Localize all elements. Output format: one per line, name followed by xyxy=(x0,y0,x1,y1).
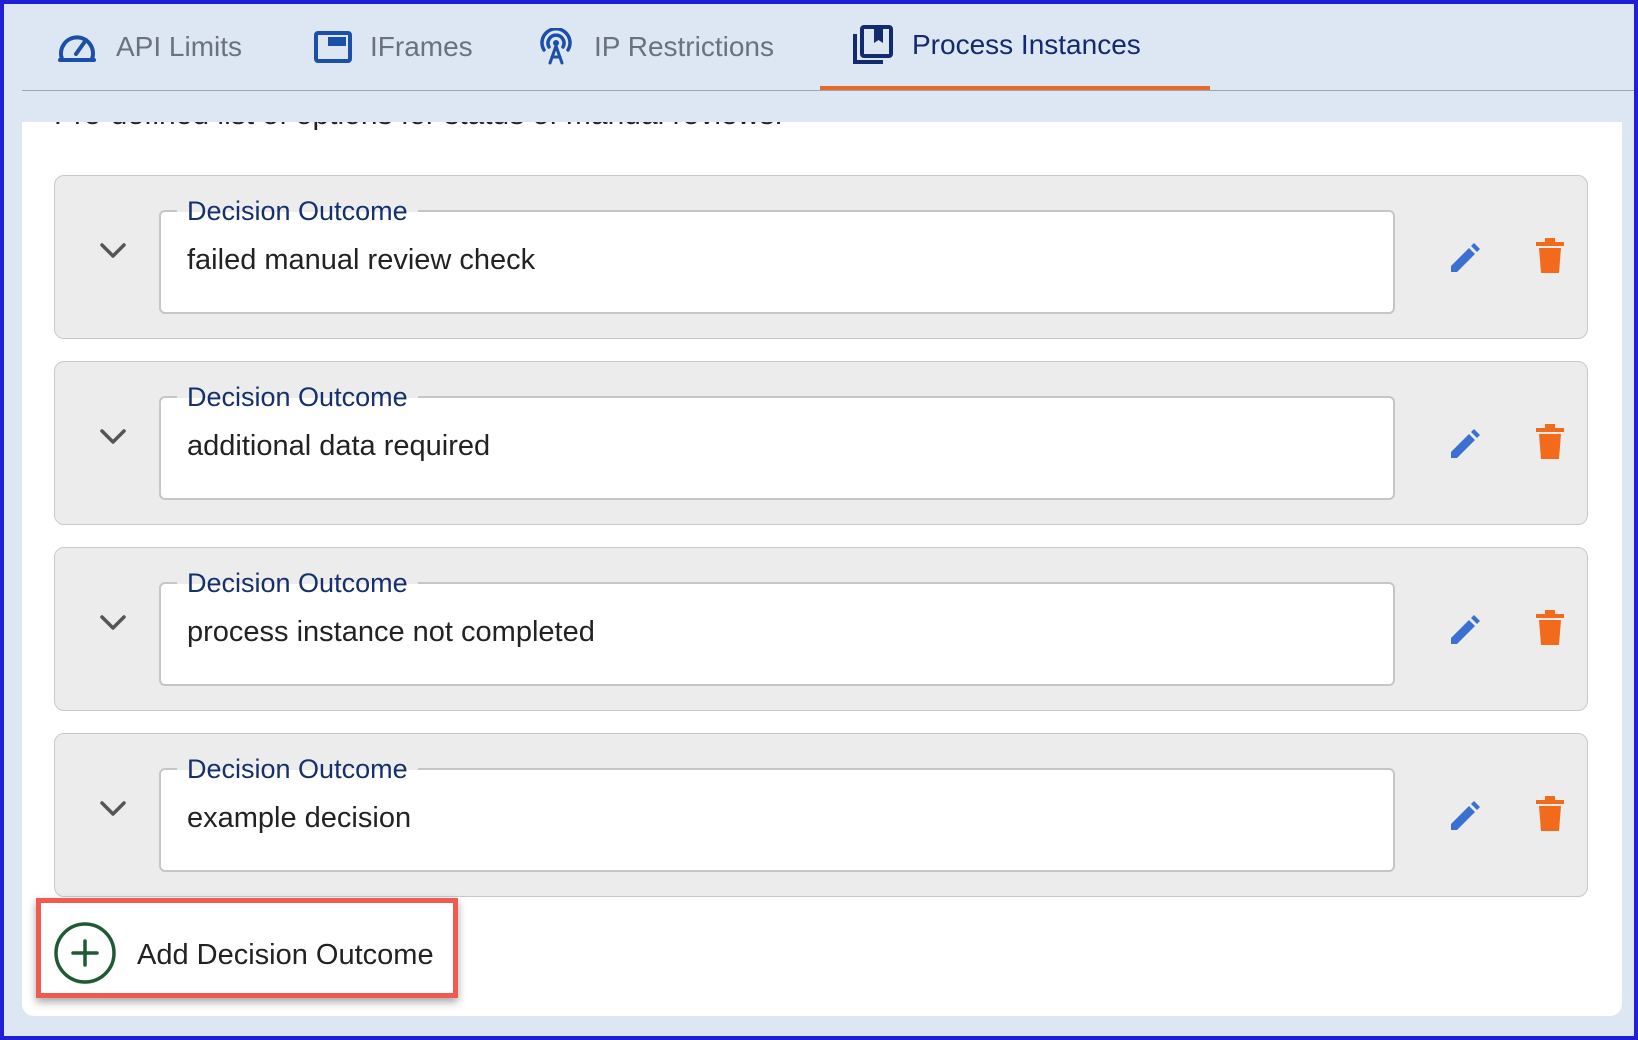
tab-label: API Limits xyxy=(116,31,243,62)
decision-outcome-card: Decision Outcome xyxy=(54,547,1588,711)
chevron-down-icon[interactable] xyxy=(99,614,127,637)
trash-icon[interactable] xyxy=(1535,238,1565,279)
field-label: Decision Outcome xyxy=(177,750,418,786)
content-panel: Pre-defined list of options for status o… xyxy=(22,122,1622,1016)
tab-bar: API Limits IFrames IP Restrictions Proce… xyxy=(22,4,1634,91)
decision-outcome-field[interactable]: Decision Outcome xyxy=(159,564,1395,686)
decision-outcome-input[interactable] xyxy=(187,430,1337,463)
chevron-down-icon[interactable] xyxy=(99,800,127,823)
tab-iframes[interactable]: IFrames xyxy=(314,4,473,90)
antenna-icon xyxy=(536,28,576,66)
add-decision-outcome-button[interactable]: Add Decision Outcome xyxy=(53,921,434,990)
pencil-icon[interactable] xyxy=(1447,612,1483,653)
tab-ip-restrictions[interactable]: IP Restrictions xyxy=(536,4,774,90)
decision-outcome-field[interactable]: Decision Outcome xyxy=(159,192,1395,314)
add-button-label: Add Decision Outcome xyxy=(137,939,434,971)
tab-label: IFrames xyxy=(370,31,473,62)
decision-outcome-input[interactable] xyxy=(187,802,1337,835)
tab-label: Process Instances xyxy=(912,29,1141,60)
section-description: Pre-defined list of options for status o… xyxy=(54,122,783,132)
decision-outcome-field[interactable]: Decision Outcome xyxy=(159,750,1395,872)
decision-outcome-input[interactable] xyxy=(187,616,1337,649)
decision-outcome-input[interactable] xyxy=(187,244,1337,277)
decision-outcome-card: Decision Outcome xyxy=(54,733,1588,897)
gauge-icon xyxy=(56,29,98,65)
tab-process-instances[interactable]: Process Instances xyxy=(820,4,1210,90)
add-button-highlight: Add Decision Outcome xyxy=(36,898,458,998)
chevron-down-icon[interactable] xyxy=(99,242,127,265)
trash-icon[interactable] xyxy=(1535,796,1565,837)
field-label: Decision Outcome xyxy=(177,378,418,414)
field-label: Decision Outcome xyxy=(177,192,418,228)
pencil-icon[interactable] xyxy=(1447,240,1483,281)
chevron-down-icon[interactable] xyxy=(99,428,127,451)
decision-outcome-card: Decision Outcome xyxy=(54,361,1588,525)
app-frame: API Limits IFrames IP Restrictions Proce… xyxy=(0,0,1638,1040)
tab-api-limits[interactable]: API Limits xyxy=(56,4,242,90)
library-books-icon xyxy=(852,25,894,65)
window-icon xyxy=(314,31,352,63)
tab-label: IP Restrictions xyxy=(594,31,774,62)
field-label: Decision Outcome xyxy=(177,564,418,600)
decision-outcome-field[interactable]: Decision Outcome xyxy=(159,378,1395,500)
trash-icon[interactable] xyxy=(1535,610,1565,651)
decision-outcome-card: Decision Outcome xyxy=(54,175,1588,339)
add-circle-icon xyxy=(53,921,117,990)
trash-icon[interactable] xyxy=(1535,424,1565,465)
pencil-icon[interactable] xyxy=(1447,798,1483,839)
pencil-icon[interactable] xyxy=(1447,426,1483,467)
